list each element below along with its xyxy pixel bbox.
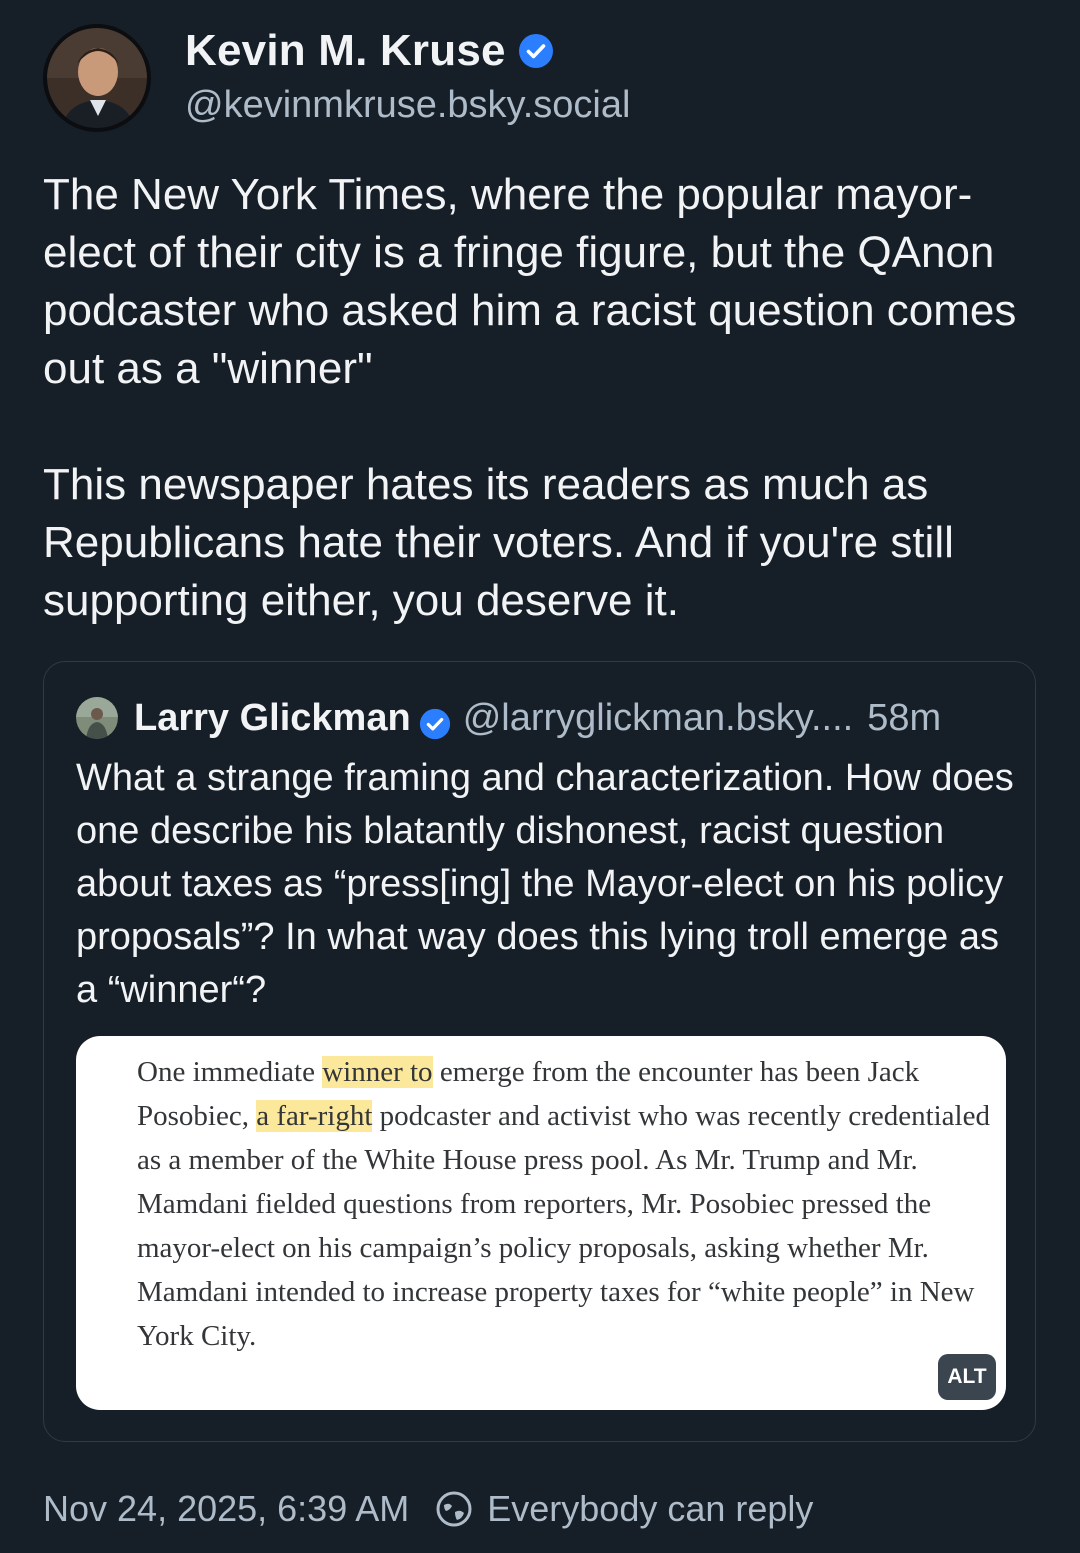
- article-text-start: One immediate: [137, 1056, 323, 1088]
- author-display-name[interactable]: Kevin M. Kruse: [185, 26, 506, 76]
- quoted-post-header: Larry Glickman @larryglickman.bsky.... 5…: [134, 692, 1005, 744]
- author-name-row: Kevin M. Kruse: [185, 26, 554, 76]
- quoted-post-card[interactable]: Larry Glickman @larryglickman.bsky.... 5…: [43, 661, 1036, 1442]
- article-text-end: podcaster and activist who was recently …: [137, 1100, 990, 1352]
- verified-badge-icon[interactable]: [518, 33, 554, 69]
- post-timestamp: Nov 24, 2025, 6:39 AM: [43, 1488, 410, 1529]
- reply-settings-globe-icon[interactable]: [435, 1490, 473, 1528]
- alt-text-button[interactable]: ALT: [938, 1354, 996, 1400]
- quoted-post-text: What a strange framing and characterizat…: [76, 757, 1014, 1011]
- quoted-post-time: 58m: [867, 697, 942, 739]
- quoted-author-handle[interactable]: @larryglickman.bsky....: [463, 692, 854, 744]
- author-avatar[interactable]: [43, 24, 151, 132]
- quoted-author-avatar[interactable]: [76, 697, 118, 739]
- article-excerpt: One immediate winner to emerge from the …: [137, 1050, 1006, 1358]
- article-highlight-far-right: a far-right: [256, 1100, 373, 1132]
- post-thread-view: Kevin M. Kruse @kevinmkruse.bsky.social …: [0, 0, 1080, 1553]
- quoted-author-display-name[interactable]: Larry Glickman: [134, 692, 411, 744]
- quoted-verified-badge-icon: [419, 702, 451, 740]
- quoted-post-image[interactable]: One immediate winner to emerge from the …: [76, 1036, 1006, 1410]
- reply-setting-label[interactable]: Everybody can reply: [487, 1488, 813, 1530]
- author-handle[interactable]: @kevinmkruse.bsky.social: [185, 84, 630, 127]
- article-highlight-winner: winner to: [322, 1056, 433, 1088]
- post-footer: Nov 24, 2025, 6:39 AM Everybody can repl…: [43, 1488, 813, 1530]
- post-text: The New York Times, where the popular ma…: [43, 170, 1017, 625]
